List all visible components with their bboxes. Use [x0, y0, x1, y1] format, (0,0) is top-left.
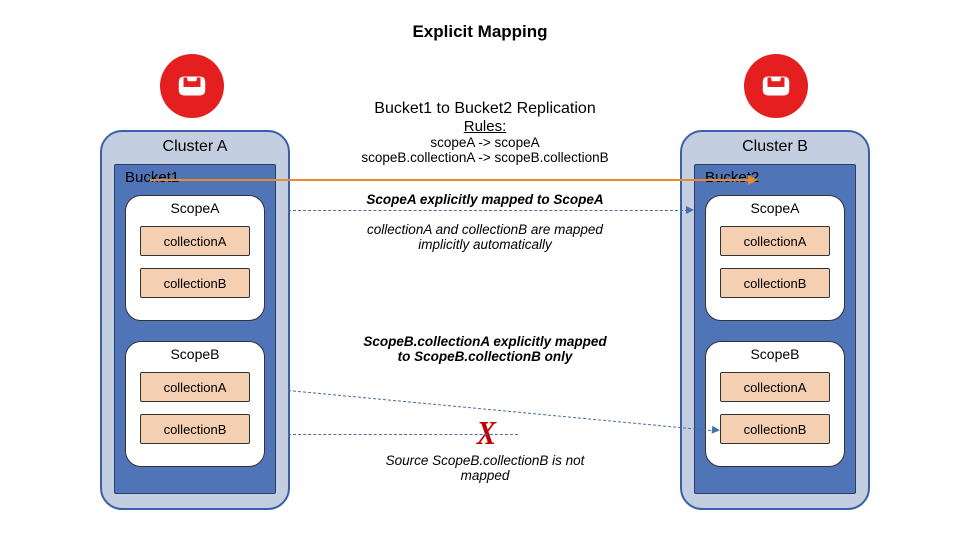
annotation-scopeb-mapped: ScopeB.collectionA explicitly mapped to … — [350, 334, 620, 364]
replication-header: Bucket1 to Bucket2 Replication Rules: sc… — [350, 100, 620, 165]
rules-label: Rules: — [350, 118, 620, 135]
scope-label: ScopeA — [706, 200, 844, 216]
cluster-a-scope-a: ScopeA collectionA collectionB — [125, 195, 265, 321]
rule-2: scopeB.collectionA -> scopeB.collectionB — [350, 150, 620, 165]
page-title: Explicit Mapping — [0, 22, 960, 42]
bucket1-label: Bucket1 — [115, 169, 275, 186]
collection-box: collectionA — [140, 372, 250, 402]
bucket2-label: Bucket2 — [695, 169, 855, 186]
arrow-scopeb-colla — [288, 390, 716, 431]
arrow-head-icon — [748, 175, 758, 185]
cluster-b: Cluster B Bucket2 ScopeA collectionA col… — [680, 130, 870, 510]
cluster-a: Cluster A Bucket1 ScopeA collectionA col… — [100, 130, 290, 510]
scope-label: ScopeA — [126, 200, 264, 216]
replication-title: Bucket1 to Bucket2 Replication — [350, 100, 620, 118]
collection-box: collectionB — [720, 268, 830, 298]
rule-1: scopeA -> scopeA — [350, 135, 620, 150]
collection-box: collectionA — [720, 226, 830, 256]
arrow-bucket-replication — [150, 179, 750, 181]
annotation-scopea-mapped: ScopeA explicitly mapped to ScopeA — [350, 192, 620, 207]
annotation-not-mapped: Source ScopeB.collectionB is not mapped — [350, 453, 620, 483]
collection-box: collectionB — [720, 414, 830, 444]
arrow-scopeb-collb-blocked — [288, 434, 518, 435]
scope-label: ScopeB — [126, 346, 264, 362]
cluster-b-scope-a: ScopeA collectionA collectionB — [705, 195, 845, 321]
arrow-head-icon — [686, 206, 694, 214]
couchbase-icon — [759, 69, 793, 103]
collection-box: collectionB — [140, 268, 250, 298]
arrow-scopea — [288, 210, 688, 211]
cluster-a-label: Cluster A — [102, 138, 288, 156]
cluster-a-scope-b: ScopeB collectionA collectionB — [125, 341, 265, 467]
couchbase-logo-right — [744, 54, 808, 118]
collection-box: collectionB — [140, 414, 250, 444]
scope-label: ScopeB — [706, 346, 844, 362]
arrow-head-icon — [712, 426, 721, 435]
annotation-scopea-implicit: collectionA and collectionB are mapped i… — [350, 222, 620, 252]
collection-box: collectionA — [720, 372, 830, 402]
cluster-b-scope-b: ScopeB collectionA collectionB — [705, 341, 845, 467]
couchbase-icon — [175, 69, 209, 103]
couchbase-logo-left — [160, 54, 224, 118]
cluster-b-label: Cluster B — [682, 138, 868, 156]
collection-box: collectionA — [140, 226, 250, 256]
bucket2: Bucket2 ScopeA collectionA collectionB S… — [694, 164, 856, 494]
bucket1: Bucket1 ScopeA collectionA collectionB S… — [114, 164, 276, 494]
